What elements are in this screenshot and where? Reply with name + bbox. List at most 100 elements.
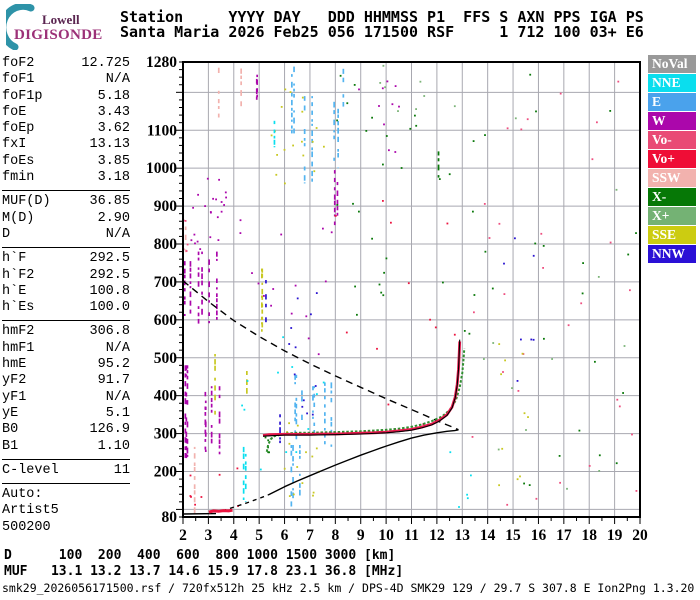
- param-divider: [2, 190, 130, 192]
- param-value: 95.2: [97, 357, 130, 373]
- param-label: D: [2, 226, 11, 242]
- lowell-digisonde-logo: Lowell DIGISONDE: [0, 2, 116, 51]
- param-label: yF2: [2, 373, 27, 389]
- param-value: N/A: [105, 72, 130, 88]
- profile-valley-dashed: [222, 494, 269, 512]
- param-row-fof1p: foF1p 5.18: [2, 89, 130, 105]
- param-label: M(D): [2, 210, 35, 226]
- param-divider: [2, 483, 130, 485]
- doppler-direction-legend: NoVal NNE E W Vo- Vo+ SSW X- X+ SSE NNW: [648, 55, 696, 264]
- param-value: 12.725: [81, 56, 130, 71]
- y-axis-tick-label: 900: [154, 198, 178, 215]
- param-label: Artist5: [2, 503, 59, 519]
- param-label: h`Es: [2, 300, 35, 316]
- y-axis-tick-label: 800: [154, 236, 178, 253]
- param-row-yf2: yF2 91.7: [2, 373, 130, 389]
- param-divider: [2, 458, 130, 460]
- param-row-yf1: yF1 N/A: [2, 390, 130, 406]
- y-axis-tick-label: 1000: [146, 160, 177, 177]
- param-value: 5.18: [97, 88, 130, 104]
- y-axis-tick-label: 700: [154, 274, 178, 291]
- param-label: fxI: [2, 137, 27, 153]
- param-value: N/A: [105, 389, 130, 405]
- param-value: N/A: [105, 340, 130, 356]
- param-row-hf2: h`F2 292.5: [2, 268, 130, 284]
- param-row-fof2: foF2 12.725: [2, 56, 130, 72]
- param-row-b0: B0 126.9: [2, 422, 130, 438]
- param-row-fxi: fxI 13.13: [2, 137, 130, 153]
- param-label: foF1: [2, 72, 35, 88]
- param-label: 500200: [2, 519, 51, 535]
- param-row-hmf2: hmF2 306.8: [2, 324, 130, 340]
- parameter-panel: foF2 12.725 foF1 N/A foF1p 5.18 foE 3.43 foEp 3.6…: [2, 56, 130, 536]
- param-label: yE: [2, 405, 19, 421]
- dmuf-table: D 100 200 400 600 800 1000 1500 3000 [km…: [4, 548, 403, 579]
- echo-traces: [208, 339, 466, 514]
- param-row-fmin: fmin 3.18: [2, 170, 130, 186]
- param-label: fmin: [2, 170, 35, 186]
- x-axis-tick-label: 2: [179, 527, 187, 544]
- param-row-foep: foEp 3.62: [2, 121, 130, 137]
- y-axis-tick-label: 200: [154, 464, 178, 481]
- param-value: 306.8: [89, 324, 130, 340]
- profile-bottomside-solid: [267, 429, 459, 496]
- x-axis-tick-label: 18: [581, 527, 597, 544]
- y-axis-tick-label: 1280: [146, 54, 177, 71]
- legend-item-sse: SSE: [648, 226, 696, 244]
- param-value: 5.1: [105, 405, 130, 421]
- param-row-foe: foE 3.43: [2, 105, 130, 121]
- param-label: hmF1: [2, 340, 35, 356]
- x-axis-tick-label: 7: [306, 527, 314, 544]
- param-row-artist5: Artist5: [2, 503, 130, 519]
- param-row-clevel: C-level 11: [2, 463, 130, 479]
- param-label: foEp: [2, 121, 35, 137]
- param-value: 91.7: [97, 373, 130, 389]
- param-value: 126.9: [89, 422, 130, 438]
- param-divider: [2, 320, 130, 322]
- param-value: 11: [113, 462, 130, 478]
- y-axis-tick-label: 500: [154, 350, 178, 367]
- ionogram-plot: 1280 1100 1000 900 800 700 600 500 400 300 200 80 2 3…: [140, 48, 655, 553]
- param-row-mufd: MUF(D) 36.85: [2, 194, 130, 210]
- param-row-ye: yE 5.1: [2, 406, 130, 422]
- y-axis-tick-label: 80: [162, 509, 178, 526]
- param-label: h`E: [2, 283, 27, 299]
- electron-density-profile: [182, 280, 459, 515]
- param-label: foF2: [2, 56, 35, 71]
- legend-item-nnw: NNW: [648, 245, 696, 263]
- logo-lowell-text: Lowell: [42, 12, 80, 27]
- muf-row: MUF 13.1 13.2 13.7 14.6 15.9 17.8 23.1 3…: [4, 563, 404, 579]
- legend-item-vo: Vo+: [648, 150, 696, 168]
- param-label: h`F: [2, 251, 27, 267]
- param-value: 100.0: [89, 300, 130, 316]
- param-label: B1: [2, 438, 19, 454]
- param-row-500200: 500200: [2, 520, 130, 536]
- param-label: foE: [2, 104, 27, 120]
- noise-layer: [182, 64, 638, 514]
- param-row-he: h`E 100.8: [2, 284, 130, 300]
- legend-item-e: E: [648, 93, 696, 111]
- x-axis-tick-label: 15: [505, 527, 521, 544]
- x-axis-tick-label: 4: [230, 527, 238, 544]
- param-value: 100.8: [89, 283, 130, 299]
- param-label: foF1p: [2, 88, 43, 104]
- param-label: MUF(D): [2, 194, 51, 210]
- x-axis-tick-label: 16: [531, 527, 547, 544]
- param-row-md: M(D) 2.90: [2, 211, 130, 227]
- y-axis-tick-label: 1100: [147, 122, 177, 139]
- axes: 1280 1100 1000 900 800 700 600 500 400 300 200 802 3…: [146, 54, 648, 544]
- legend-item-x: X+: [648, 207, 696, 225]
- x-axis-tick-label: 13: [455, 527, 471, 544]
- header-block: Station YYYY DAY DDD HHMMSS P1 FFS S AXN…: [120, 10, 644, 40]
- ionogram-app: { "logo": {"line1": "Lowell", "line2": "…: [0, 0, 700, 600]
- param-row-hes: h`Es 100.0: [2, 300, 130, 316]
- header-values-line: Santa Maria 2026 Feb25 056 171500 RSF 1 …: [120, 23, 644, 41]
- param-row-hmf1: hmF1 N/A: [2, 341, 130, 357]
- param-label: yF1: [2, 389, 27, 405]
- param-value: 13.13: [89, 137, 130, 153]
- param-label: C-level: [2, 462, 59, 478]
- logo-digisonde-text: DIGISONDE: [14, 27, 103, 43]
- status-line: smk29_2026056171500.rsf / 720fx512h 25 k…: [2, 581, 695, 595]
- x-axis-tick-label: 14: [480, 527, 496, 544]
- x-axis-tick-label: 20: [632, 527, 648, 544]
